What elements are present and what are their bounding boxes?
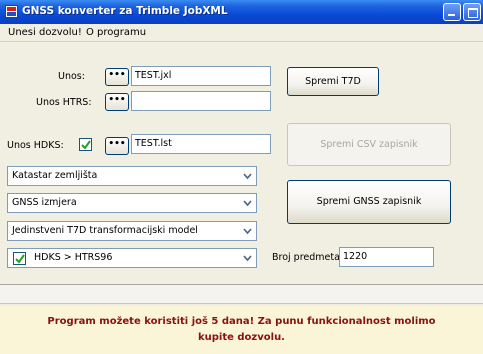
trial-notice-line2: kupite dozvolu.: [198, 332, 285, 343]
izmjera-select[interactable]: GNSS izmjera: [7, 193, 257, 213]
minimize-button[interactable]: [443, 3, 461, 21]
title-bar: GNSS konverter za Trimble JobXML: [0, 0, 483, 24]
chevron-down-icon: [243, 255, 252, 262]
unos-browse-button[interactable]: •••: [105, 68, 129, 86]
htrs-browse-button[interactable]: •••: [105, 93, 129, 111]
hdks-file-input[interactable]: TEST.lst: [131, 134, 271, 154]
transform-checkbox[interactable]: [13, 252, 26, 265]
unos-htrs-label: Unos HTRS:: [36, 97, 92, 108]
spremi-csv-button[interactable]: Spremi CSV zapisnik: [287, 123, 451, 166]
spremi-t7d-button[interactable]: Spremi T7D: [287, 67, 379, 96]
menu-o-programu[interactable]: O programu: [86, 27, 146, 38]
katastar-select[interactable]: Katastar zemljišta: [7, 166, 257, 186]
hdks-browse-button[interactable]: •••: [105, 137, 129, 155]
broj-predmeta-label: Broj predmeta:: [272, 252, 344, 263]
unos-file-input[interactable]: TEST.jxl: [131, 66, 271, 86]
unos-hdks-label: Unos HDKS:: [7, 140, 64, 151]
model-select[interactable]: Jedinstveni T7D transformacijski model: [7, 221, 257, 241]
hdks-checkbox[interactable]: [79, 138, 92, 151]
broj-predmeta-input[interactable]: 1220: [339, 247, 434, 267]
transform-select[interactable]: HDKS > HTRS96: [7, 248, 257, 268]
trial-notice: Program možete koristiti još 5 dana! Za …: [0, 306, 483, 354]
window-title: GNSS konverter za Trimble JobXML: [22, 5, 228, 17]
unos-label: Unos:: [58, 71, 85, 82]
menu-bar: Unesi dozvolu! O programu: [0, 24, 483, 42]
checkmark-icon: [15, 254, 25, 264]
app-icon: [5, 5, 18, 18]
izmjera-select-value: GNSS izmjera: [12, 197, 77, 208]
chevron-down-icon: [243, 228, 252, 235]
transform-select-value: HDKS > HTRS96: [34, 252, 113, 263]
menu-unesi-dozvolu[interactable]: Unesi dozvolu!: [8, 27, 82, 38]
htrs-file-input[interactable]: [131, 91, 271, 111]
app-window: GNSS konverter za Trimble JobXML Unesi d…: [0, 0, 483, 354]
trial-notice-line1: Program možete koristiti još 5 dana! Za …: [47, 316, 436, 327]
maximize-button[interactable]: [463, 3, 481, 21]
chevron-down-icon: [243, 200, 252, 207]
status-bar: [0, 284, 483, 304]
chevron-down-icon: [243, 173, 252, 180]
model-select-value: Jedinstveni T7D transformacijski model: [12, 225, 198, 236]
checkmark-icon: [81, 140, 91, 150]
katastar-select-value: Katastar zemljišta: [12, 170, 98, 181]
spremi-gnss-button[interactable]: Spremi GNSS zapisnik: [287, 180, 451, 224]
